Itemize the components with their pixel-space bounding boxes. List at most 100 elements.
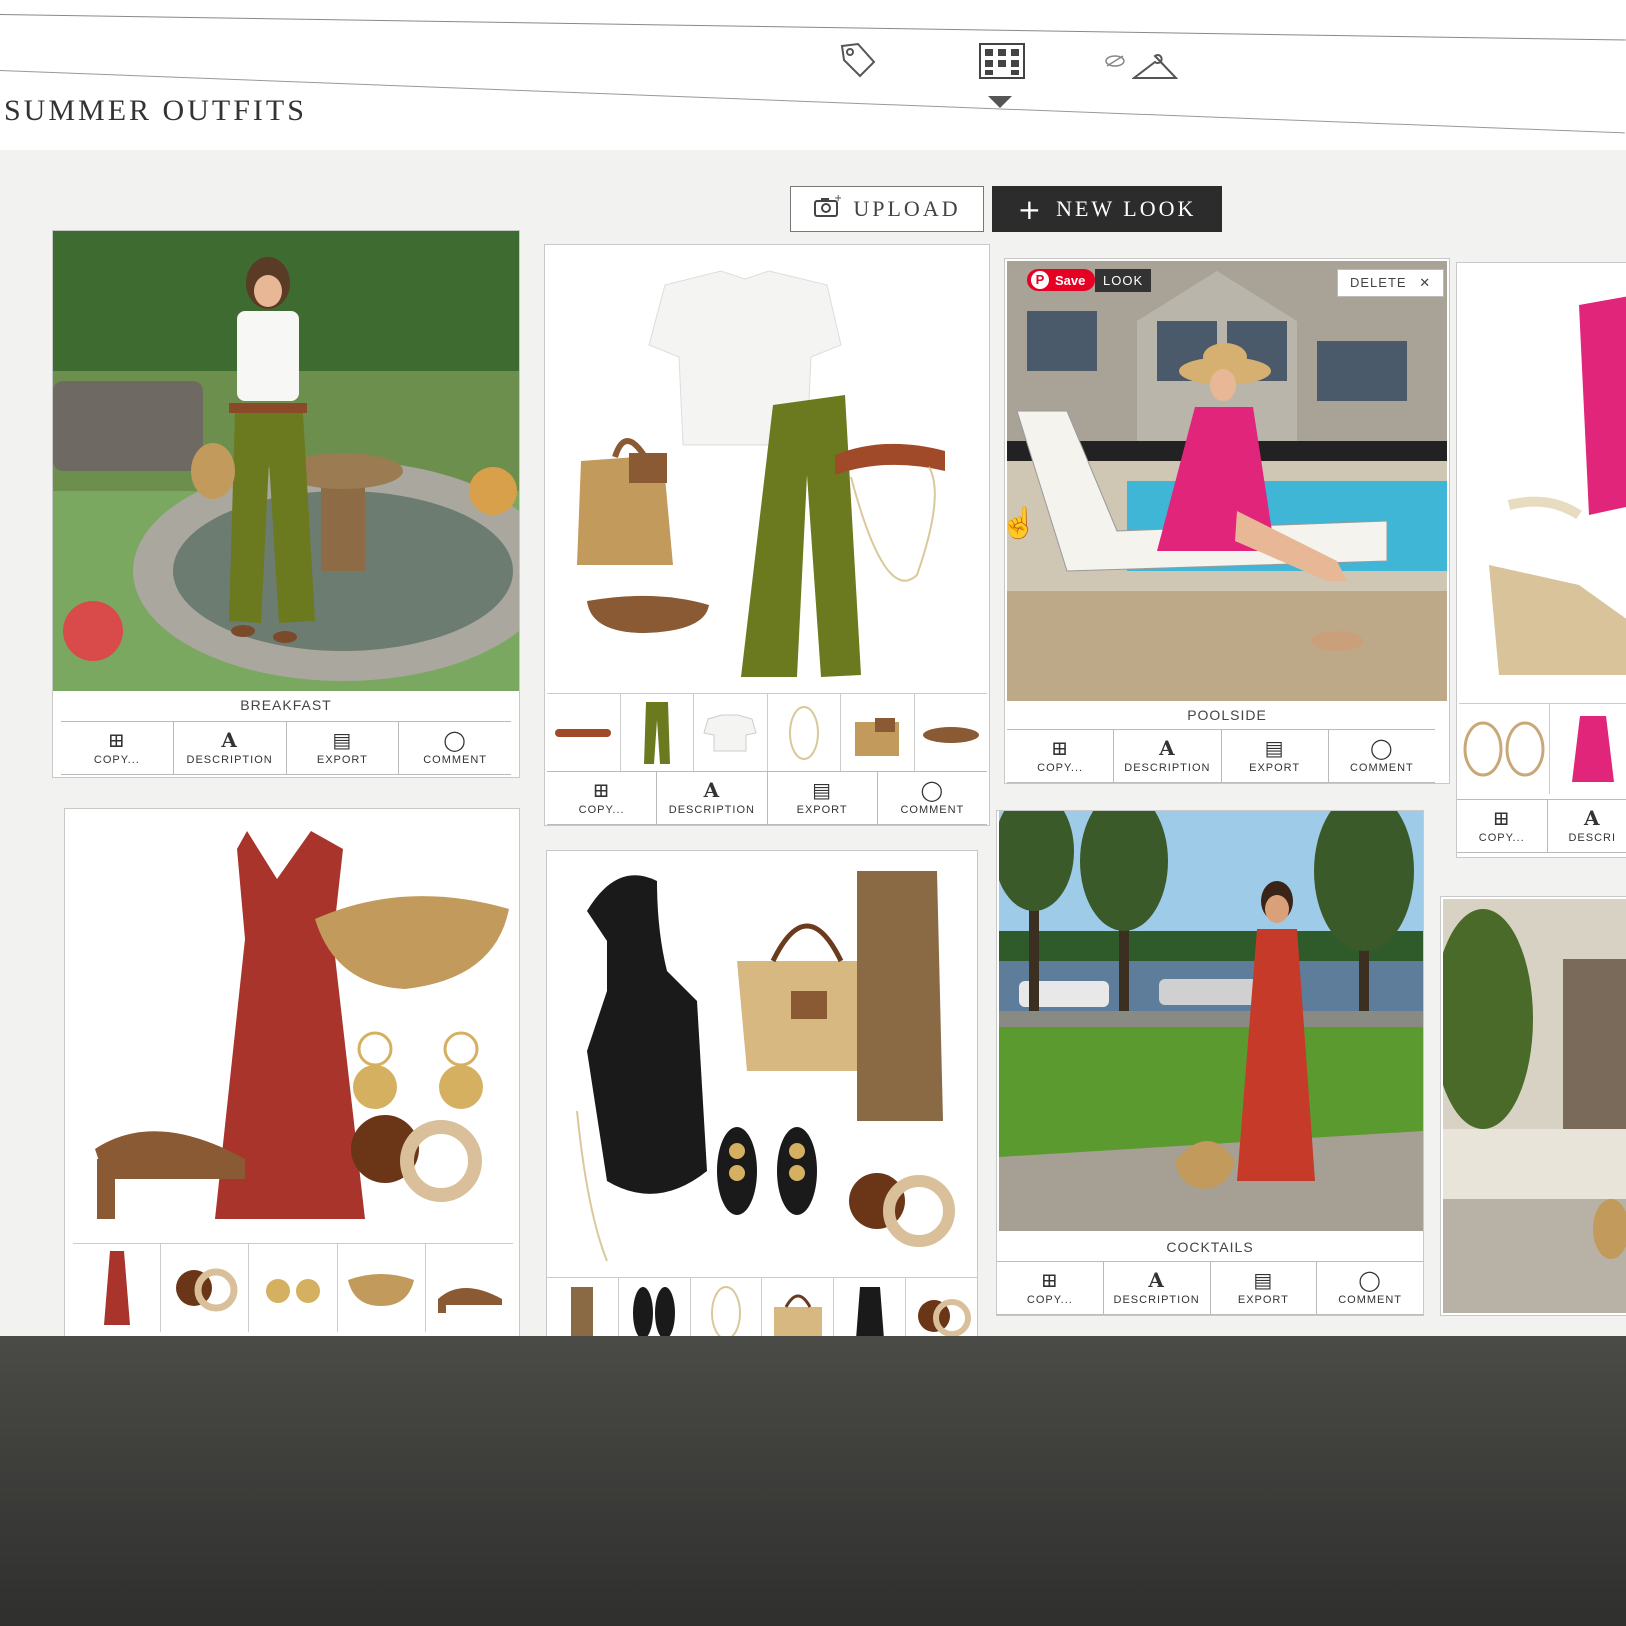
product-thumb-earrings[interactable] [249, 1244, 338, 1332]
copy-icon: ⊞ [1051, 736, 1069, 760]
look-photo[interactable] [1007, 261, 1447, 701]
product-thumbnails [547, 1277, 977, 1336]
description-label: DESCRIPTION [1124, 762, 1211, 774]
new-look-label: NEW LOOK [1056, 196, 1197, 221]
product-thumb-tote[interactable] [762, 1278, 835, 1336]
comment-button[interactable]: ◯ COMMENT [1317, 1262, 1423, 1314]
new-look-button[interactable]: + NEW LOOK [992, 186, 1222, 232]
product-thumb-swimsuit[interactable] [834, 1278, 907, 1336]
look-actions: ⊞ COPY... A DESCRIPTION ▤ EXPORT ◯ COMMENT [997, 1261, 1423, 1315]
comment-label: COMMENT [1338, 1294, 1403, 1306]
look-photo[interactable] [1443, 899, 1626, 1313]
look-card-collage-rust[interactable] [64, 808, 520, 1336]
hidden-eye-icon[interactable] [1104, 40, 1126, 74]
product-thumb-heels[interactable] [426, 1244, 513, 1332]
look-card-poolside[interactable]: P Save LOOK DELETE ✕ POOLSIDE ⊞ COPY... A… [1004, 258, 1450, 784]
look-actions: ⊞ COPY... A DESCRI [1457, 799, 1626, 853]
look-card-cocktails[interactable]: COCKTAILS ⊞ COPY... A DESCRIPTION ▤ EXPORT … [996, 810, 1424, 1316]
copy-button[interactable]: ⊞ COPY... [997, 1262, 1104, 1314]
text-a-icon: A [1148, 1268, 1165, 1292]
look-card-collage-olive[interactable]: ⊞ COPY... A DESCRIPTION ▤ EXPORT ◯ COMMENT [544, 244, 990, 826]
product-thumbnails [1459, 703, 1626, 794]
speech-bubble-icon: ◯ [920, 778, 945, 802]
upload-button[interactable]: + UPLOAD [790, 186, 984, 232]
description-button[interactable]: A DESCRIPTION [657, 772, 768, 824]
comment-label: COMMENT [1349, 762, 1414, 774]
export-button[interactable]: ▤ EXPORT [287, 722, 400, 774]
copy-button[interactable]: ⊞ COPY... [1457, 800, 1548, 852]
copy-icon: ⊞ [107, 728, 126, 752]
export-button[interactable]: ▤ EXPORT [1222, 730, 1329, 782]
screen: SUMMER OUTFITS + UPLOAD + NEW LOOK [0, 0, 1626, 1336]
product-thumb-clutch[interactable] [338, 1244, 426, 1332]
look-title: BREAKFAST [240, 697, 332, 713]
look-tag: LOOK [1095, 269, 1152, 292]
copy-button[interactable]: ⊞ COPY... [61, 722, 174, 774]
collage-canvas[interactable] [547, 851, 977, 1271]
hand-cursor-icon: ☝ [1000, 507, 1038, 540]
collage-canvas[interactable] [1459, 265, 1626, 705]
look-card-partial-bottom-right[interactable] [1440, 896, 1626, 1316]
look-photo[interactable] [999, 811, 1423, 1231]
product-thumb-sandals[interactable] [619, 1278, 691, 1336]
copy-button[interactable]: ⊞ COPY... [1007, 730, 1115, 782]
product-thumbnails [547, 693, 987, 772]
product-thumb-dress[interactable] [1550, 704, 1626, 794]
copy-button[interactable]: ⊞ COPY... [547, 772, 658, 824]
description-label: DESCRIPTION [186, 754, 273, 766]
copy-label: COPY... [1026, 1294, 1073, 1306]
comment-button[interactable]: ◯ COMMENT [878, 772, 987, 824]
camera-plus-icon: + [813, 193, 843, 224]
export-button[interactable]: ▤ EXPORT [1211, 1262, 1318, 1314]
lookbook-icon[interactable] [978, 40, 1026, 88]
look-actions: ⊞ COPY... A DESCRIPTION ▤ EXPORT ◯ COMMENT [61, 721, 511, 775]
collage-canvas[interactable] [545, 245, 989, 693]
product-thumb-pants[interactable] [621, 694, 694, 772]
pinterest-icon: P [1031, 271, 1049, 289]
comment-label: COMMENT [423, 754, 488, 766]
look-actions: ⊞ COPY... A DESCRIPTION ▤ EXPORT ◯ COMMENT [547, 771, 987, 825]
comment-button[interactable]: ◯ COMMENT [399, 722, 511, 774]
product-thumb-bangles[interactable] [161, 1244, 250, 1332]
comment-button[interactable]: ◯ COMMENT [1329, 730, 1435, 782]
product-thumb-belt[interactable] [547, 694, 621, 772]
speech-bubble-icon: ◯ [1370, 736, 1394, 760]
delete-button[interactable]: DELETE ✕ [1337, 269, 1445, 297]
description-button[interactable]: A DESCRIPTION [1104, 1262, 1211, 1314]
look-title: COCKTAILS [1166, 1239, 1254, 1255]
product-thumb-bag[interactable] [841, 694, 915, 772]
comment-label: COMMENT [900, 804, 965, 816]
copy-label: COPY... [578, 804, 625, 816]
export-label: EXPORT [796, 804, 848, 816]
page-title: SUMMER OUTFITS [4, 94, 307, 127]
product-thumb-shirt[interactable] [694, 694, 768, 772]
png-file-icon: ▤ [1264, 736, 1285, 760]
text-a-icon: A [1583, 806, 1601, 830]
product-thumb-bangles[interactable] [906, 1278, 977, 1336]
export-label: EXPORT [316, 754, 368, 766]
description-button[interactable]: A DESCRI [1548, 800, 1626, 852]
tag-icon[interactable] [836, 38, 880, 88]
pinterest-save-button[interactable]: P Save [1027, 269, 1096, 291]
product-thumb-dress[interactable] [73, 1244, 162, 1332]
text-a-icon: A [221, 728, 238, 752]
export-button[interactable]: ▤ EXPORT [768, 772, 878, 824]
png-file-icon: ▤ [332, 728, 353, 752]
product-thumb-necklace[interactable] [691, 1278, 763, 1336]
description-button[interactable]: A DESCRIPTION [1114, 730, 1222, 782]
description-label: DESCRIPTION [1113, 1294, 1200, 1306]
collage-canvas[interactable] [65, 809, 519, 1243]
look-card-collage-black[interactable] [546, 850, 978, 1336]
close-icon: ✕ [1419, 275, 1432, 290]
product-thumb-hoops[interactable] [1459, 704, 1550, 794]
product-thumb-sarong[interactable] [547, 1278, 619, 1336]
product-thumbnails [73, 1243, 513, 1332]
look-card-breakfast[interactable]: BREAKFAST ⊞ COPY... A DESCRIPTION ▤ EXPORT … [52, 230, 520, 778]
look-photo[interactable] [53, 231, 519, 691]
description-button[interactable]: A DESCRIPTION [174, 722, 287, 774]
monitor-bezel [0, 1336, 1626, 1626]
hanger-icon[interactable] [1131, 52, 1179, 88]
product-thumb-flats[interactable] [915, 694, 988, 772]
look-card-partial-right[interactable]: ⊞ COPY... A DESCRI [1456, 262, 1626, 858]
product-thumb-necklace[interactable] [768, 694, 841, 772]
